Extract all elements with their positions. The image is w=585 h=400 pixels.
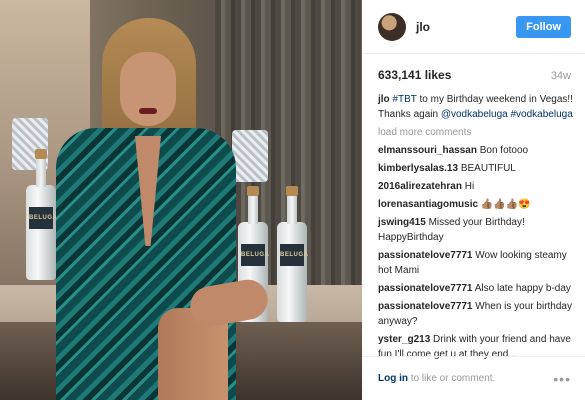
photo-person — [40, 18, 271, 400]
comment-username[interactable]: passionatelove7771 — [378, 250, 473, 261]
load-more-comments[interactable]: load more comments — [378, 125, 573, 140]
hashtag-link[interactable]: #TBT — [392, 94, 416, 105]
comment: passionatelove7771 Wow looking steamy ho… — [378, 248, 573, 278]
comment-username[interactable]: yster_g213 — [378, 334, 430, 345]
post-header: jlo Follow — [362, 0, 585, 54]
comment-text: 👍🏽👍🏽👍🏽😍 — [480, 199, 531, 210]
comment: 2016alirezatehran Hi — [378, 179, 573, 194]
mention-link[interactable]: @vodkabeluga — [441, 109, 508, 120]
comment-text: BEAUTIFUL — [460, 163, 516, 174]
post-photo[interactable]: BELUGA BELUGA BELUGA — [0, 0, 362, 400]
post-username[interactable]: jlo — [416, 20, 516, 34]
comment-username[interactable]: lorenasantiagomusic — [378, 199, 478, 210]
comment: lorenasantiagomusic 👍🏽👍🏽👍🏽😍 — [378, 197, 573, 212]
comment: passionatelove7771 When is your birthday… — [378, 299, 573, 329]
post-timestamp[interactable]: 34w — [551, 70, 571, 82]
comment: elmanssouri_hassan Bon fotooo — [378, 143, 573, 158]
follow-button[interactable]: Follow — [516, 15, 571, 38]
photo-bottle: BELUGA — [277, 186, 308, 322]
post-caption: jlo #TBT to my Birthday weekend in Vegas… — [378, 92, 573, 122]
post-footer: Log in to like or comment. ••• — [362, 356, 585, 400]
comment-username[interactable]: passionatelove7771 — [378, 283, 473, 294]
caption-username[interactable]: jlo — [378, 94, 390, 105]
comment-text: Hi — [464, 181, 475, 192]
comment-username[interactable]: 2016alirezatehran — [378, 181, 462, 192]
comment-text: Bon fotooo — [479, 145, 529, 156]
comment-text: Also late happy b-day — [474, 283, 571, 294]
login-prompt-text: to like or comment. — [408, 373, 496, 384]
post-sidebar: jlo Follow 633,141 likes 34w jlo #TBT to… — [362, 0, 585, 400]
avatar[interactable] — [378, 12, 406, 41]
comment-username[interactable]: elmanssouri_hassan — [378, 145, 477, 156]
hashtag-link[interactable]: #vodkabeluga — [510, 109, 572, 120]
login-link[interactable]: Log in — [378, 373, 408, 384]
login-prompt: Log in to like or comment. — [378, 373, 553, 384]
likes-count[interactable]: 633,141 likes — [378, 68, 451, 82]
more-options-icon[interactable]: ••• — [553, 371, 571, 387]
comment-username[interactable]: passionatelove7771 — [378, 301, 473, 312]
comment: jswing415 Missed your Birthday! HappyBir… — [378, 215, 573, 245]
comments-list: jlo #TBT to my Birthday weekend in Vegas… — [362, 82, 585, 362]
comment: kimberlysalas.13 BEAUTIFUL — [378, 161, 573, 176]
post-stats: 633,141 likes 34w — [362, 54, 585, 82]
comment: passionatelove7771 Also late happy b-day — [378, 281, 573, 296]
comment-username[interactable]: kimberlysalas.13 — [378, 163, 458, 174]
comment-username[interactable]: jswing415 — [378, 217, 426, 228]
